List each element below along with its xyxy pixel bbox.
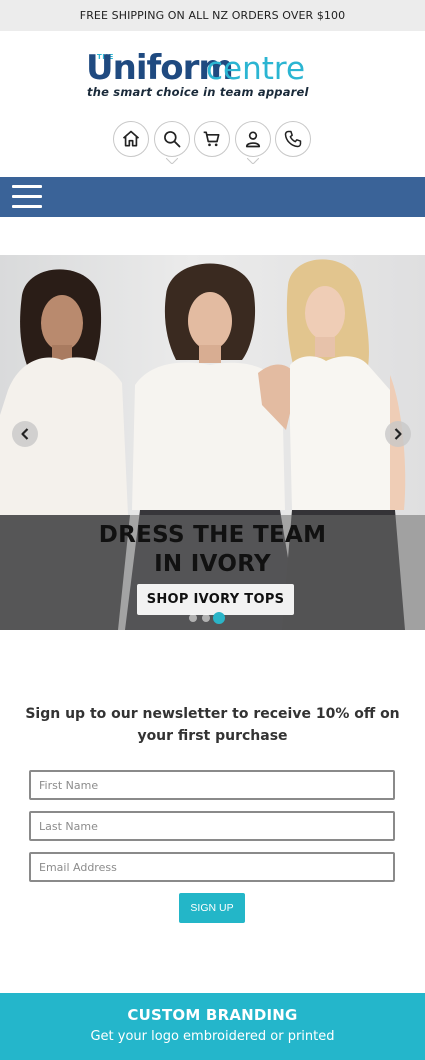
search-icon <box>164 131 181 148</box>
cart-icon <box>203 131 220 147</box>
chevron-left-icon <box>21 428 29 440</box>
email-field[interactable] <box>29 852 395 882</box>
sign-up-button[interactable]: SIGN UP <box>179 893 245 923</box>
custom-branding-banner[interactable]: CUSTOM BRANDING Get your logo embroidere… <box>0 993 425 1060</box>
hero-title-line1: DRESS THE TEAM <box>98 522 327 548</box>
custom-branding-subtitle: Get your logo embroidered or printed <box>90 1029 335 1044</box>
cart-button[interactable] <box>194 121 230 157</box>
hero-title-line2: IN IVORY <box>154 551 271 577</box>
logo-centre: centre <box>206 51 306 87</box>
home-icon <box>122 130 140 147</box>
logo-tagline: the smart choice in team apparel <box>87 85 309 99</box>
carousel-prev-button[interactable] <box>12 421 38 447</box>
account-icon <box>245 131 261 148</box>
chevron-right-icon <box>394 428 402 440</box>
shipping-banner: FREE SHIPPING ON ALL NZ ORDERS OVER $100 <box>0 0 425 31</box>
hero-title: DRESS THE TEAM IN IVORY <box>0 521 425 579</box>
home-button[interactable] <box>113 121 149 157</box>
carousel-dot[interactable] <box>189 614 197 622</box>
main-nav-bar <box>0 177 425 217</box>
account-button[interactable] <box>235 121 271 157</box>
hamburger-line <box>12 195 42 198</box>
menu-button[interactable] <box>12 183 42 211</box>
chevron-down-icon <box>166 158 178 164</box>
chevron-down-icon <box>247 158 259 164</box>
carousel-dot-active[interactable] <box>213 612 225 624</box>
site-logo[interactable]: THE Uniform centre the smart choice in t… <box>0 48 425 108</box>
search-button[interactable] <box>154 121 190 157</box>
hero-carousel[interactable]: DRESS THE TEAM IN IVORY SHOP IVORY TOPS <box>0 255 425 630</box>
first-name-field[interactable] <box>29 770 395 800</box>
newsletter-heading: Sign up to our newsletter to receive 10%… <box>25 706 400 744</box>
phone-icon <box>284 130 302 148</box>
carousel-dots <box>187 612 237 624</box>
shipping-banner-text: FREE SHIPPING ON ALL NZ ORDERS OVER $100 <box>79 9 346 22</box>
carousel-dot[interactable] <box>202 614 210 622</box>
hamburger-line <box>12 205 42 208</box>
header-icon-bar <box>0 121 425 167</box>
last-name-field[interactable] <box>29 811 395 841</box>
carousel-next-button[interactable] <box>385 421 411 447</box>
shop-ivory-tops-button[interactable]: SHOP IVORY TOPS <box>137 584 294 615</box>
hamburger-line <box>12 185 42 188</box>
custom-branding-title: CUSTOM BRANDING <box>127 1006 298 1024</box>
phone-button[interactable] <box>275 121 311 157</box>
